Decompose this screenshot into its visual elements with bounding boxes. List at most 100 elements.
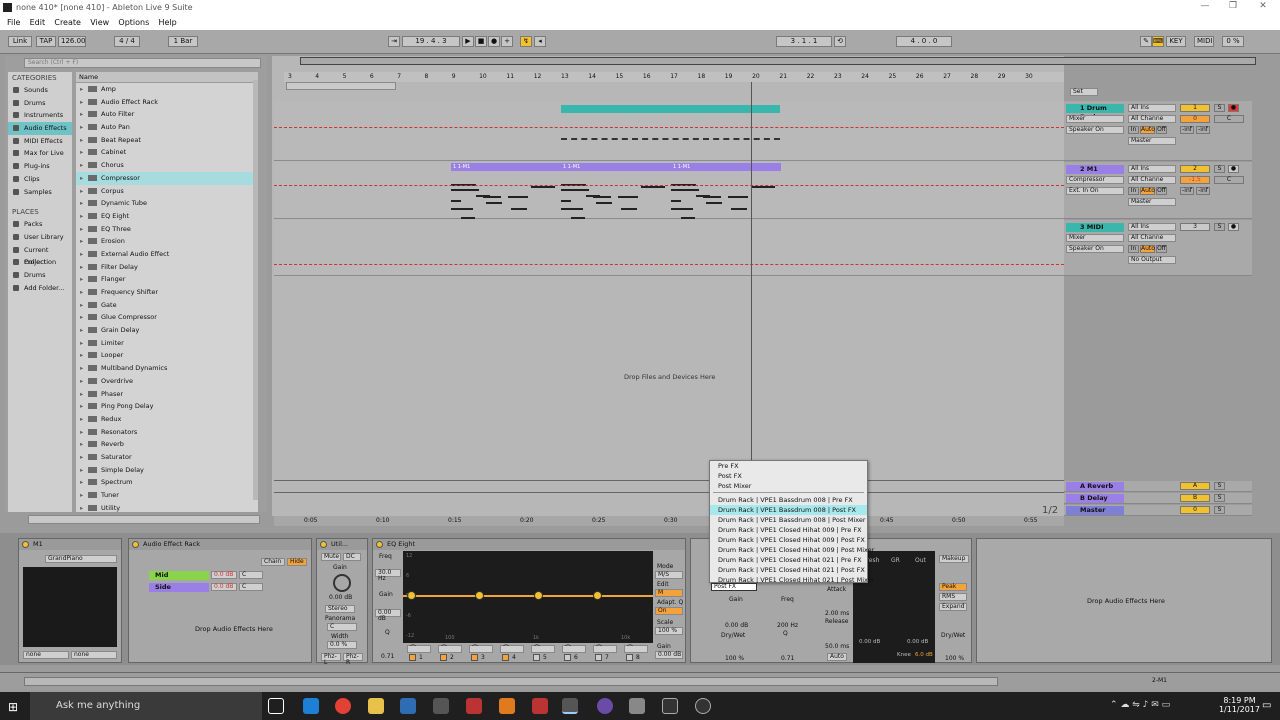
loop-start-field[interactable]: 3 . 1 . 1 xyxy=(776,36,832,47)
track-activator[interactable]: 3 xyxy=(1180,223,1210,231)
power-icon[interactable] xyxy=(320,541,327,548)
expand-arrow-icon[interactable]: ▸ xyxy=(80,185,83,197)
monitor-select[interactable]: Ext. In On xyxy=(1066,187,1124,195)
eq-band-handle[interactable] xyxy=(475,591,484,600)
chain-pan[interactable]: C xyxy=(239,571,263,579)
band-enable-toggle[interactable] xyxy=(595,654,602,661)
chain-volume[interactable]: 0.0 dB xyxy=(211,571,237,579)
expand-arrow-icon[interactable]: ▸ xyxy=(80,476,83,488)
monitor-off-button[interactable]: Off xyxy=(1156,187,1167,195)
monitor-select[interactable]: Speaker On xyxy=(1066,126,1124,134)
category-sounds[interactable]: Sounds xyxy=(8,84,72,97)
expand-arrow-icon[interactable]: ▸ xyxy=(80,489,83,501)
eq-band-control[interactable]: ⌒ 8 xyxy=(624,645,650,661)
rms-button[interactable]: RMS xyxy=(939,593,967,601)
midi-note[interactable] xyxy=(451,208,473,210)
return-track-name[interactable]: Master xyxy=(1066,506,1124,515)
routing-menu-item[interactable]: Drum Rack | VPE1 Closed Hihat 021 | Post… xyxy=(710,565,867,575)
mute-button[interactable]: Mute xyxy=(321,553,341,561)
input-channel-select[interactable]: All Channe xyxy=(1128,234,1176,242)
expand-arrow-icon[interactable]: ▸ xyxy=(80,438,83,450)
monitor-in-button[interactable]: In xyxy=(1128,126,1139,134)
expand-arrow-icon[interactable]: ▸ xyxy=(80,337,83,349)
track-activator[interactable]: 2 xyxy=(1180,165,1210,173)
browser-item[interactable]: ▸ Beat Repeat xyxy=(76,134,258,147)
place-add-folder[interactable]: Add Folder... xyxy=(8,282,72,295)
midi-note[interactable] xyxy=(706,202,722,204)
chrome-icon[interactable] xyxy=(335,698,351,714)
band-enable-toggle[interactable] xyxy=(409,654,416,661)
chain-volume[interactable]: 0.0 dB xyxy=(211,583,237,591)
midi-note[interactable] xyxy=(681,217,695,219)
filter-type-select[interactable]: ⌒ xyxy=(407,645,431,653)
browser-search-input[interactable]: Search (Ctrl + F) xyxy=(24,58,261,68)
arm-button[interactable]: ● xyxy=(1228,104,1239,112)
track-name[interactable]: 2 M1 xyxy=(1066,165,1124,174)
edit-toggle[interactable]: M xyxy=(655,589,683,597)
edge-icon[interactable] xyxy=(303,698,319,714)
return-track-name[interactable]: A Reverb xyxy=(1066,482,1124,491)
notifications-icon[interactable]: ▭ xyxy=(1262,700,1271,711)
fl-studio-icon[interactable] xyxy=(499,698,515,714)
send-a[interactable]: -inf xyxy=(1180,126,1194,134)
name-column-header[interactable]: Name xyxy=(76,72,258,83)
input-channel-select[interactable]: All Channe xyxy=(1128,115,1176,123)
track-volume[interactable]: 0 xyxy=(1180,115,1210,123)
routing-menu-item[interactable]: Drum Rack | VPE1 Bassdrum 008 | Pre FX xyxy=(710,495,867,505)
midi-note[interactable] xyxy=(728,196,748,198)
expand-arrow-icon[interactable]: ▸ xyxy=(80,273,83,285)
band-enable-toggle[interactable] xyxy=(626,654,633,661)
app-icon[interactable] xyxy=(629,698,645,714)
track-activator[interactable]: 1 xyxy=(1180,104,1210,112)
browser-item[interactable]: ▸ Cabinet xyxy=(76,146,258,159)
midi-note[interactable] xyxy=(671,208,693,210)
expand-arrow-icon[interactable]: ▸ xyxy=(80,311,83,323)
store-icon[interactable] xyxy=(433,698,449,714)
browser-item[interactable]: ▸ Grain Delay xyxy=(76,324,258,337)
midi-note[interactable] xyxy=(593,196,611,198)
expand-arrow-icon[interactable]: ▸ xyxy=(80,299,83,311)
eq-band-handle[interactable] xyxy=(534,591,543,600)
eq-band-control[interactable]: ⌒ 2 xyxy=(438,645,464,661)
expand-arrow-icon[interactable]: ▸ xyxy=(80,464,83,476)
browser-item[interactable]: ▸ Dynamic Tube xyxy=(76,197,258,210)
midi-note[interactable] xyxy=(731,208,747,210)
width-field[interactable]: 0.0 % xyxy=(327,641,357,649)
midi-note[interactable] xyxy=(483,196,501,198)
phase-left-button[interactable]: Phz-L xyxy=(321,653,341,666)
category-samples[interactable]: Samples xyxy=(8,186,72,199)
expand-arrow-icon[interactable]: ▸ xyxy=(80,502,83,512)
browser-item[interactable]: ▸ EQ Three xyxy=(76,223,258,236)
return-activator[interactable]: B xyxy=(1180,494,1210,502)
monitor-off-button[interactable]: Off xyxy=(1156,126,1167,134)
app-icon[interactable] xyxy=(662,698,678,714)
quantize-select[interactable]: 1 Bar xyxy=(168,36,198,47)
expand-arrow-icon[interactable]: ▸ xyxy=(80,426,83,438)
solo-button[interactable]: S xyxy=(1214,165,1225,173)
computer-keyboard-icon[interactable]: ⌨ xyxy=(1152,36,1164,47)
time-ruler[interactable]: 0:050:100:150:200:250:300:350:400:450:50… xyxy=(274,516,1064,526)
expand-arrow-icon[interactable]: ▸ xyxy=(80,172,83,184)
track-name[interactable]: 1 Drum Rack xyxy=(1066,104,1124,121)
output-select[interactable]: Master xyxy=(1128,198,1176,206)
tray-icons[interactable]: ⌃ ☁ ⇋ ♪ ✉ ▭ xyxy=(1110,700,1170,710)
param-b[interactable]: none xyxy=(71,651,117,659)
band-enable-toggle[interactable] xyxy=(471,654,478,661)
expand-arrow-icon[interactable]: ▸ xyxy=(80,146,83,158)
browser-item[interactable]: ▸ Utility xyxy=(76,502,258,512)
makeup-button[interactable]: Makeup xyxy=(939,555,969,563)
m1-clip[interactable]: 1 1-M1 xyxy=(561,163,671,171)
menu-view[interactable]: View xyxy=(90,16,109,27)
close-icon[interactable]: ✕ xyxy=(1248,1,1278,15)
midi-note[interactable] xyxy=(461,217,475,219)
expand-arrow-icon[interactable]: ▸ xyxy=(80,108,83,120)
midi-note[interactable] xyxy=(451,200,461,202)
browser-item[interactable]: ▸ Limiter xyxy=(76,337,258,350)
browser-item[interactable]: ▸ Looper xyxy=(76,349,258,362)
solo-button[interactable]: S xyxy=(1214,494,1225,502)
browser-item[interactable]: ▸ Overdrive xyxy=(76,375,258,388)
expand-arrow-icon[interactable]: ▸ xyxy=(80,197,83,209)
knee-value[interactable]: 6.0 dB xyxy=(915,652,933,658)
midi-note[interactable] xyxy=(561,200,571,202)
hide-toggle[interactable]: Hide xyxy=(287,558,307,566)
